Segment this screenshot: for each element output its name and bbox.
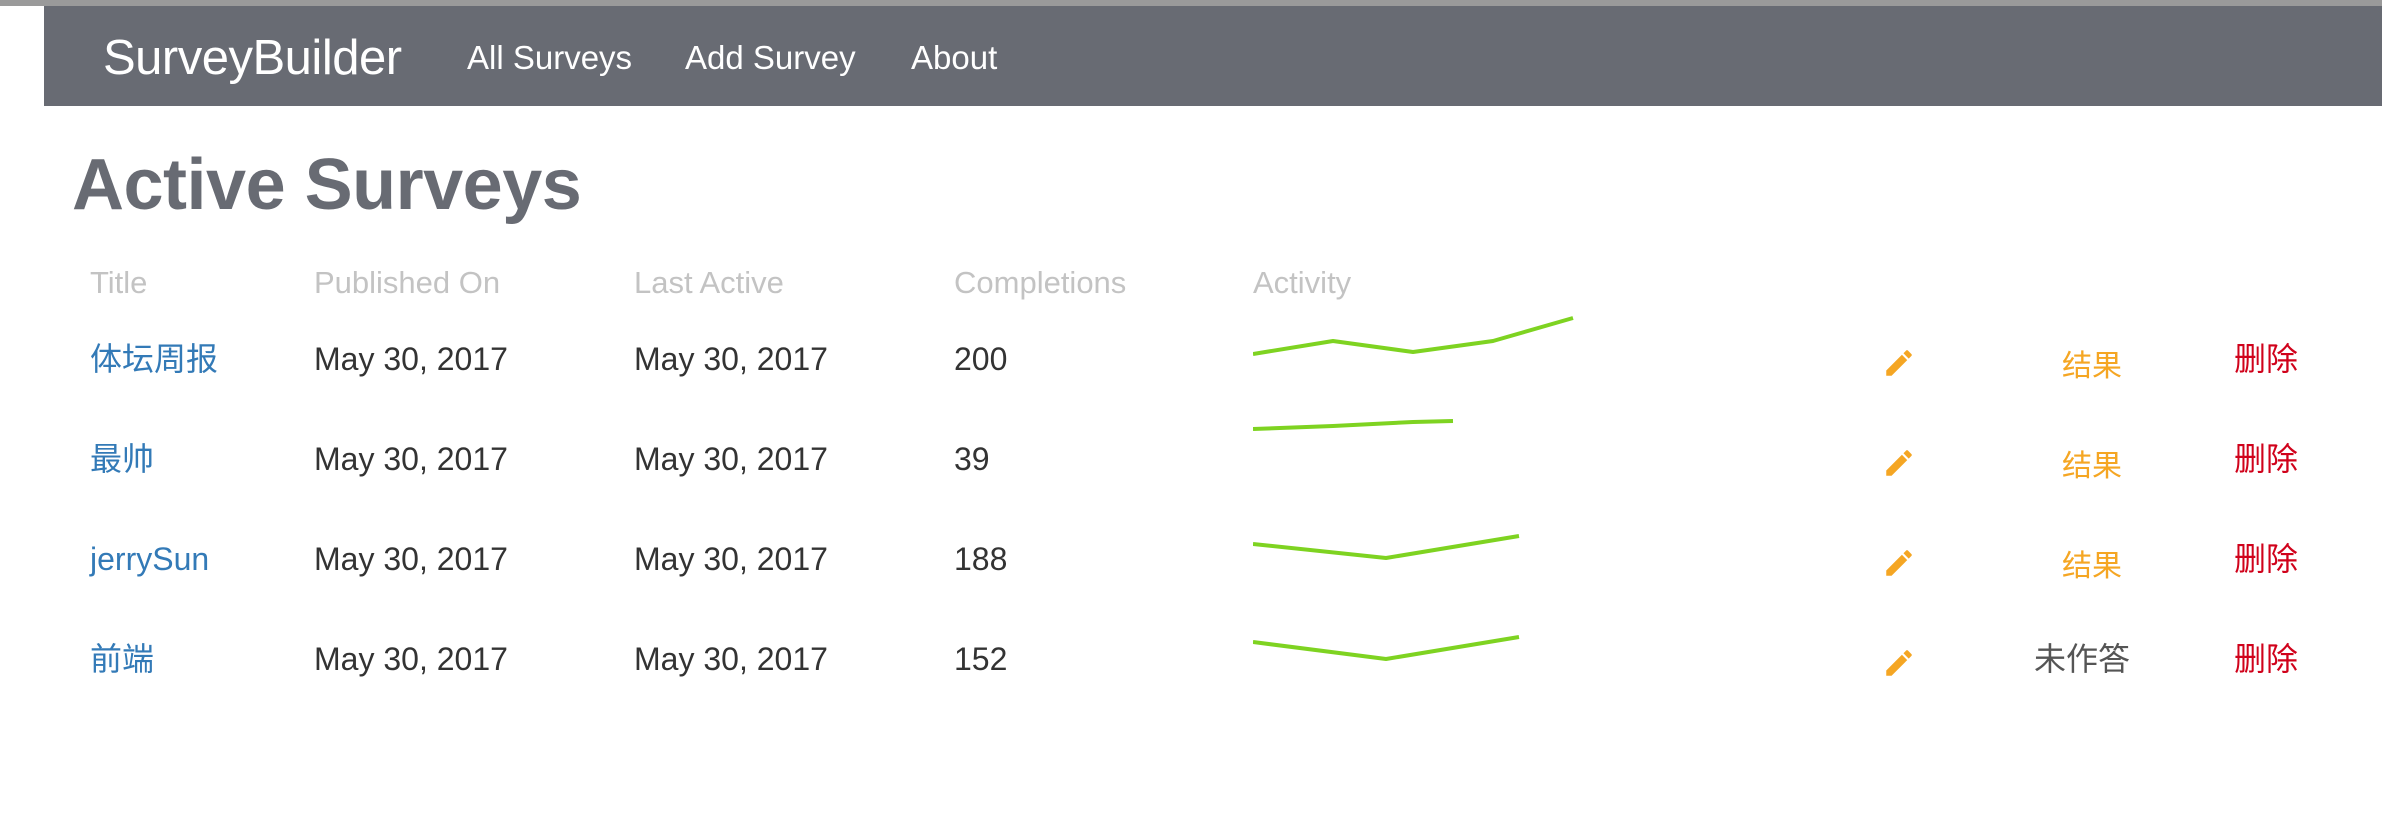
header-activity: Activity — [1253, 265, 1352, 300]
activity-sparkline — [1253, 635, 1520, 661]
page-title: Active Surveys — [72, 145, 582, 225]
delete-button[interactable]: 删除 — [2234, 424, 2298, 494]
survey-title-link[interactable]: 最帅 — [90, 424, 154, 494]
survey-title-link[interactable]: jerrySun — [90, 524, 209, 594]
table-row: 最帅 May 30, 2017 May 30, 2017 39 结果 删除 — [72, 419, 2342, 524]
published-date: May 30, 2017 — [314, 441, 508, 477]
completions-count: 188 — [954, 541, 1008, 577]
nav-link-add-survey[interactable]: Add Survey — [685, 39, 856, 77]
published-date: May 30, 2017 — [314, 541, 508, 577]
pencil-icon[interactable] — [1882, 546, 1916, 580]
last-active-date: May 30, 2017 — [634, 641, 828, 677]
navbar: SurveyBuilder All Surveys Add Survey Abo… — [44, 6, 2382, 106]
delete-button[interactable]: 删除 — [2234, 624, 2298, 694]
completions-count: 39 — [954, 441, 990, 477]
delete-button[interactable]: 删除 — [2234, 324, 2298, 394]
header-completions: Completions — [954, 265, 1127, 300]
header-title: Title — [90, 265, 148, 300]
last-active-date: May 30, 2017 — [634, 341, 828, 377]
pencil-icon[interactable] — [1882, 446, 1916, 480]
survey-title-link[interactable]: 体坛周报 — [90, 324, 218, 394]
completions-count: 200 — [954, 341, 1008, 377]
header-published-on: Published On — [314, 265, 501, 300]
published-date: May 30, 2017 — [314, 641, 508, 677]
pencil-icon[interactable] — [1882, 646, 1916, 680]
results-link[interactable]: 结果 — [2062, 432, 2122, 502]
activity-sparkline — [1253, 316, 1574, 356]
brand-logo[interactable]: SurveyBuilder — [103, 30, 402, 86]
activity-sparkline — [1253, 419, 1454, 431]
completions-count: 152 — [954, 641, 1008, 677]
table-row: 体坛周报 May 30, 2017 May 30, 2017 200 结果 删除 — [72, 316, 2342, 424]
results-link[interactable]: 结果 — [2062, 532, 2122, 602]
pencil-icon[interactable] — [1882, 346, 1916, 380]
survey-title-link[interactable]: 前端 — [90, 624, 154, 694]
nav-link-about[interactable]: About — [911, 39, 997, 77]
nav-link-all-surveys[interactable]: All Surveys — [467, 39, 632, 77]
activity-sparkline — [1253, 534, 1520, 560]
delete-button[interactable]: 删除 — [2234, 524, 2298, 594]
published-date: May 30, 2017 — [314, 341, 508, 377]
no-responses-label: 未作答 — [2034, 641, 2131, 677]
last-active-date: May 30, 2017 — [634, 441, 828, 477]
table-row: 前端 May 30, 2017 May 30, 2017 152 未作答 删除 — [72, 624, 2342, 724]
table-row: jerrySun May 30, 2017 May 30, 2017 188 结… — [72, 524, 2342, 624]
results-link[interactable]: 结果 — [2062, 332, 2122, 402]
header-last-active: Last Active — [634, 265, 784, 300]
last-active-date: May 30, 2017 — [634, 541, 828, 577]
